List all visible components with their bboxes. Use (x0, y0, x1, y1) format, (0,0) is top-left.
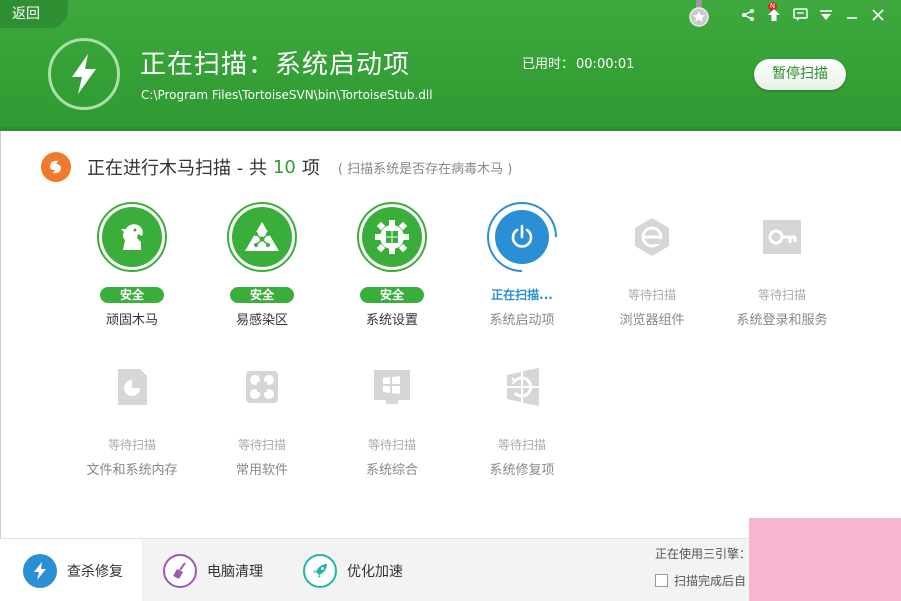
upgrade-icon[interactable] (761, 4, 787, 26)
status-text: 等待扫描 (107, 438, 156, 452)
tab-pc-cleanup[interactable]: 电脑清理 (163, 539, 263, 601)
section-count: 10 (272, 156, 296, 178)
scan-progress-bar (0, 127, 45, 131)
lightning-icon (23, 553, 57, 588)
engine-status: 正在使用三引擎： (655, 547, 752, 561)
scan-file-path: C:\Program Files\TortoiseSVN\bin\Tortois… (141, 88, 433, 102)
tab-optimize-speedup[interactable]: 优化加速 (303, 539, 403, 601)
scan-item-label: 文件和系统内存 (86, 463, 178, 478)
menu-dropdown-icon[interactable] (813, 4, 839, 26)
document-chart-icon (107, 362, 157, 412)
status-text: 等待扫描 (757, 288, 806, 302)
tab-label: 查杀修复 (67, 563, 123, 580)
horse-icon (102, 207, 162, 267)
section-subtitle: ( 扫描系统是否存在病毒木马 ) (337, 161, 513, 177)
elapsed-label: 已用时： (522, 57, 575, 72)
scan-item-label: 系统登录和服务 (736, 313, 828, 328)
scan-item-infection-zone: 安全 易感染区 (207, 202, 317, 328)
auto-action-checkbox[interactable] (655, 574, 668, 587)
checkbox-label: 扫描完成后自 (674, 574, 747, 588)
scan-item-stubborn-trojan: 安全 顽固木马 (77, 202, 187, 328)
status-text: 等待扫描 (497, 438, 546, 452)
power-icon (495, 210, 549, 264)
pause-scan-button[interactable]: 暂停扫描 (754, 59, 846, 90)
scan-title: 正在扫描：系统启动项 (140, 50, 411, 80)
scan-item-label: 常用软件 (235, 463, 288, 478)
lightning-icon (48, 38, 120, 110)
scan-item-login-services: 等待扫描 系统登录和服务 (727, 202, 837, 328)
trojan-scan-icon (41, 152, 71, 182)
auto-action-option[interactable]: 扫描完成后自 (655, 572, 746, 589)
elapsed-time: 已用时： 00:00:01 (520, 53, 634, 72)
tab-label: 优化加速 (347, 563, 403, 580)
scan-item-browser: 等待扫描 浏览器组件 (597, 202, 707, 328)
scan-item-label: 系统设置 (365, 313, 418, 328)
section-heading: 正在进行木马扫描 - 共 10 项 ( 扫描系统是否存在病毒木马 ) (41, 152, 512, 182)
status-text: 等待扫描 (367, 438, 416, 452)
tab-scan-repair[interactable]: 查杀修复 (0, 539, 142, 601)
window-controls (735, 4, 891, 26)
message-icon[interactable] (787, 4, 813, 26)
overlay-patch (749, 518, 901, 601)
close-icon[interactable] (865, 4, 891, 26)
scan-item-label: 易感染区 (235, 313, 288, 328)
section-title: 正在进行木马扫描 - 共 (87, 158, 267, 179)
scan-item-common-software: 等待扫描 常用软件 (207, 352, 317, 478)
scan-item-label: 系统启动项 (489, 313, 555, 328)
status-text: 等待扫描 (627, 288, 676, 302)
browser-icon (627, 212, 677, 262)
scan-item-label: 系统综合 (365, 463, 418, 478)
scan-item-label: 浏览器组件 (619, 313, 685, 328)
key-icon (757, 212, 807, 262)
scan-item-startup: 正在扫描... 系统启动项 (467, 187, 577, 328)
scan-item-files-memory: 等待扫描 文件和系统内存 (77, 352, 187, 478)
windows-gear-icon (362, 207, 422, 267)
back-button[interactable]: 返回 (0, 0, 68, 28)
window-border (0, 131, 1, 538)
scan-item-label: 系统修复项 (489, 463, 555, 478)
windows-icon (367, 362, 417, 412)
scan-item-label: 顽固木马 (105, 313, 158, 328)
status-text: 等待扫描 (237, 438, 286, 452)
scan-header: 返回 正在扫描：系统启动项 C:\Program Files\TortoiseS… (0, 0, 901, 131)
network-warning-icon (232, 207, 292, 267)
section-unit: 项 (301, 158, 320, 179)
status-badge: 安全 (100, 287, 164, 303)
rocket-icon (303, 553, 337, 588)
minimize-icon[interactable] (839, 4, 865, 26)
status-badge: 安全 (230, 287, 294, 303)
tab-label: 电脑清理 (207, 563, 263, 580)
software-icon (237, 362, 287, 412)
scan-item-system-repair: 等待扫描 系统修复项 (467, 352, 577, 478)
elapsed-value: 00:00:01 (576, 57, 635, 72)
share-icon[interactable] (735, 4, 761, 26)
scan-item-system-settings: 安全 系统设置 (337, 202, 447, 328)
status-text: 正在扫描... (491, 288, 553, 302)
medal-icon[interactable] (688, 0, 710, 28)
status-badge: 安全 (360, 287, 424, 303)
scan-item-system-general: 等待扫描 系统综合 (337, 352, 447, 478)
broom-icon (163, 553, 197, 588)
windows-repair-icon (497, 362, 547, 412)
